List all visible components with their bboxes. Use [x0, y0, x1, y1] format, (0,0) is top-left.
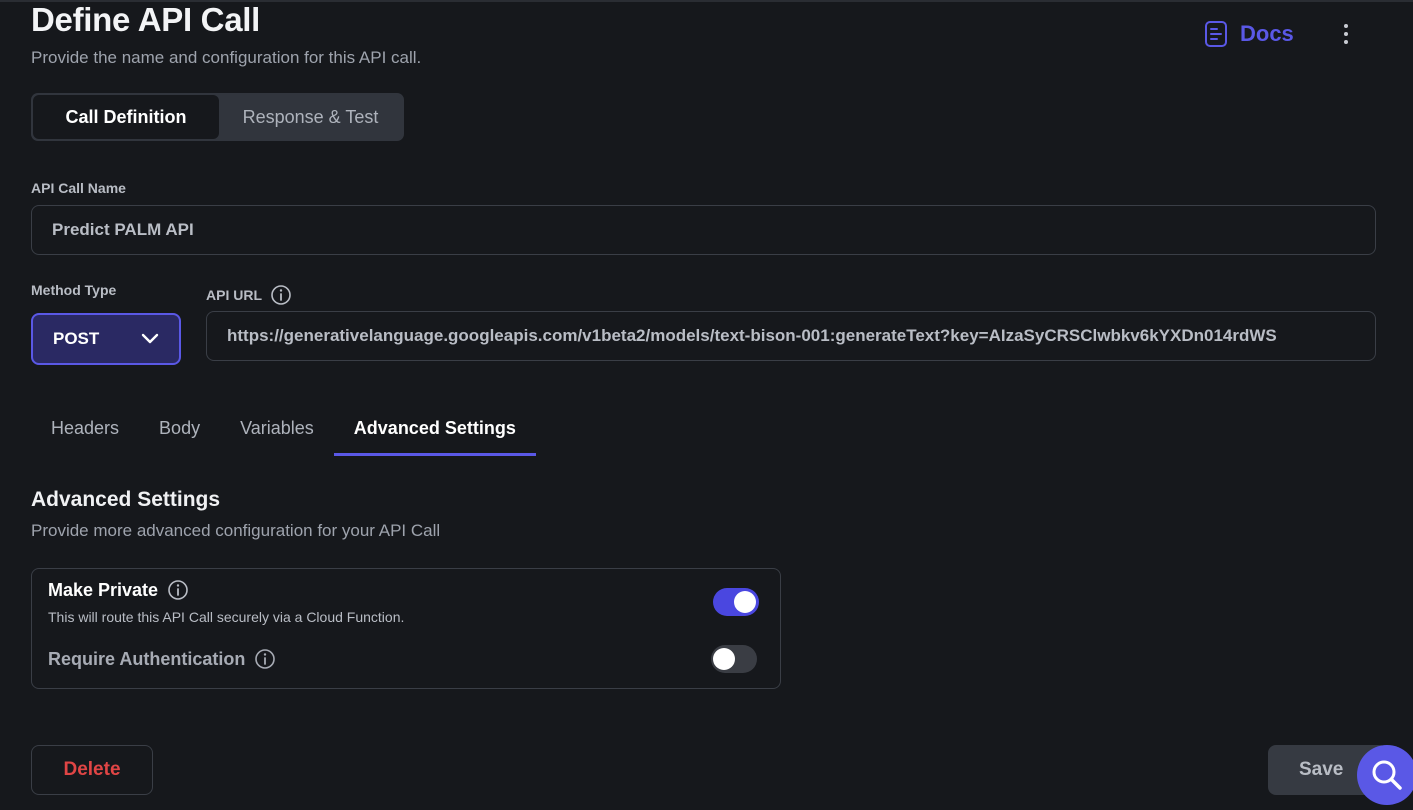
segment-response-test[interactable]: Response & Test — [219, 95, 402, 139]
info-icon[interactable] — [270, 284, 292, 306]
more-options-button[interactable] — [1333, 20, 1359, 48]
method-type-value: POST — [53, 329, 100, 348]
api-url-label: API URL — [206, 287, 262, 303]
tab-headers[interactable]: Headers — [31, 400, 139, 456]
docs-link[interactable]: Docs — [1204, 20, 1294, 48]
search-icon — [1372, 760, 1402, 790]
toggle-knob — [734, 591, 756, 613]
info-icon[interactable] — [254, 648, 276, 670]
docs-label: Docs — [1240, 21, 1294, 46]
make-private-row: Make Private — [48, 579, 189, 601]
api-call-name-value: Predict PALM API — [52, 220, 194, 239]
define-api-call-page: Define API Call Provide the name and con… — [0, 0, 1413, 810]
api-call-name-input[interactable]: Predict PALM API — [31, 205, 1376, 255]
document-icon — [1205, 21, 1227, 47]
segment-call-definition[interactable]: Call Definition — [33, 95, 219, 139]
make-private-toggle[interactable] — [713, 588, 759, 616]
advanced-settings-card: Make Private This will route this API Ca… — [31, 568, 781, 689]
require-auth-row: Require Authentication — [48, 648, 276, 670]
method-type-dropdown[interactable]: POST — [31, 313, 181, 365]
require-auth-label: Require Authentication — [48, 648, 246, 669]
advanced-settings-subtitle: Provide more advanced configuration for … — [31, 521, 441, 540]
make-private-label: Make Private — [48, 579, 159, 600]
definition-segmented-control: Call Definition Response & Test — [31, 93, 404, 141]
page-subtitle: Provide the name and configuration for t… — [31, 48, 422, 67]
tab-advanced-settings[interactable]: Advanced Settings — [333, 400, 536, 456]
toggle-knob — [713, 648, 735, 670]
api-call-name-label: API Call Name — [31, 180, 126, 196]
make-private-description: This will route this API Call securely v… — [48, 609, 405, 625]
page-title: Define API Call — [31, 1, 260, 38]
api-url-value: https://generativelanguage.googleapis.co… — [227, 326, 1277, 345]
chevron-down-icon — [141, 333, 159, 344]
more-vertical-icon — [1344, 24, 1348, 28]
method-type-label: Method Type — [31, 282, 117, 298]
tab-body[interactable]: Body — [139, 400, 220, 456]
help-search-button[interactable] — [1357, 745, 1413, 805]
advanced-settings-title: Advanced Settings — [31, 488, 221, 511]
tab-variables[interactable]: Variables — [220, 400, 334, 456]
info-icon[interactable] — [167, 579, 189, 601]
require-auth-toggle[interactable] — [711, 645, 757, 673]
api-url-input[interactable]: https://generativelanguage.googleapis.co… — [206, 311, 1376, 361]
config-tabs: Headers Body Variables Advanced Settings — [31, 400, 536, 456]
delete-button[interactable]: Delete — [31, 745, 153, 795]
api-url-label-group: API URL — [206, 284, 292, 306]
